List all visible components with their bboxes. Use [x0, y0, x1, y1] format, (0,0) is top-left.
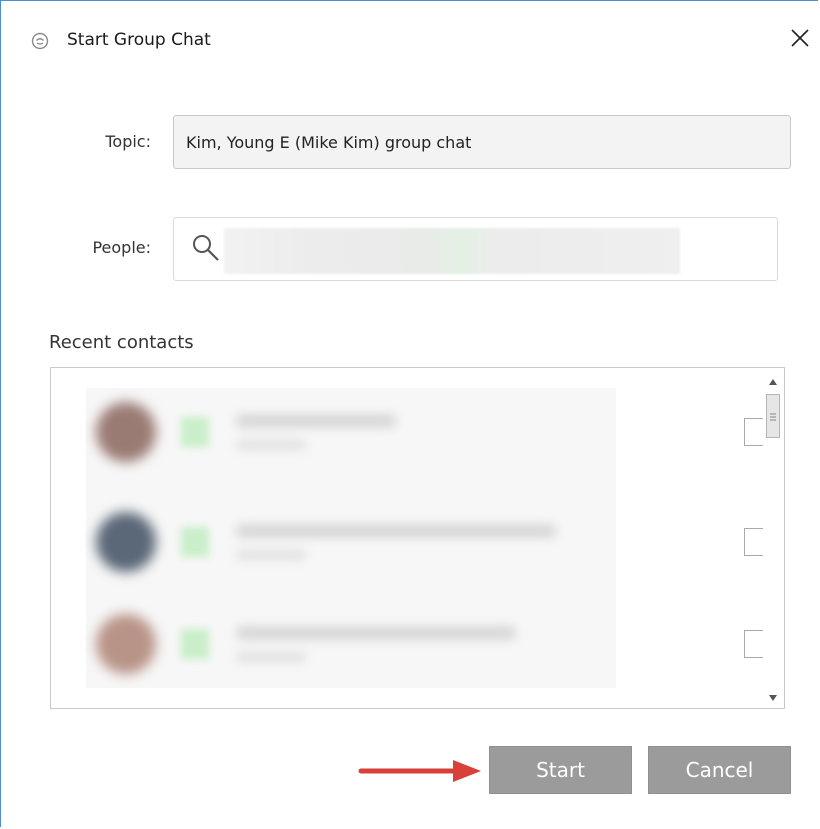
- people-search-field[interactable]: [173, 217, 778, 281]
- chat-bubble-icon: [31, 32, 49, 50]
- people-input[interactable]: [230, 228, 684, 274]
- caret-down-icon: [768, 687, 778, 706]
- start-group-chat-dialog: Start Group Chat Topic: People: Recent c…: [0, 0, 818, 827]
- topic-input[interactable]: [173, 115, 791, 169]
- avatar: [96, 402, 156, 462]
- contact-detail-redacted: [236, 550, 306, 560]
- scroll-up-button[interactable]: [763, 370, 783, 390]
- grip-icon: [769, 407, 777, 426]
- contact-name-redacted: [236, 626, 516, 640]
- cancel-button[interactable]: Cancel: [648, 746, 791, 794]
- scroll-down-button[interactable]: [763, 686, 783, 706]
- caret-up-icon: [768, 371, 778, 390]
- avatar: [96, 614, 156, 674]
- presence-indicator: [181, 417, 209, 447]
- contact-name-redacted: [236, 524, 556, 538]
- contact-detail-redacted: [236, 440, 306, 450]
- close-button[interactable]: [783, 23, 817, 57]
- scroll-thumb[interactable]: [766, 394, 780, 438]
- recent-contacts-label: Recent contacts: [49, 332, 194, 353]
- topic-label: Topic:: [105, 132, 151, 151]
- contact-name-redacted: [236, 414, 396, 428]
- presence-indicator: [181, 527, 209, 557]
- window-title: Start Group Chat: [67, 30, 211, 50]
- people-label: People:: [92, 238, 151, 257]
- recent-contacts-list: [50, 367, 785, 709]
- annotation-arrow-icon: [358, 760, 481, 782]
- contacts-scrollbar[interactable]: [763, 370, 783, 706]
- close-icon: [790, 28, 810, 52]
- contact-row[interactable]: [86, 594, 772, 694]
- contact-row[interactable]: [86, 492, 772, 592]
- presence-indicator: [181, 629, 209, 659]
- search-icon: [191, 233, 221, 263]
- avatar: [96, 512, 156, 572]
- contact-detail-redacted: [236, 652, 306, 662]
- contact-row[interactable]: [86, 382, 772, 482]
- start-button[interactable]: Start: [489, 746, 632, 794]
- title-bar: Start Group Chat: [1, 1, 818, 81]
